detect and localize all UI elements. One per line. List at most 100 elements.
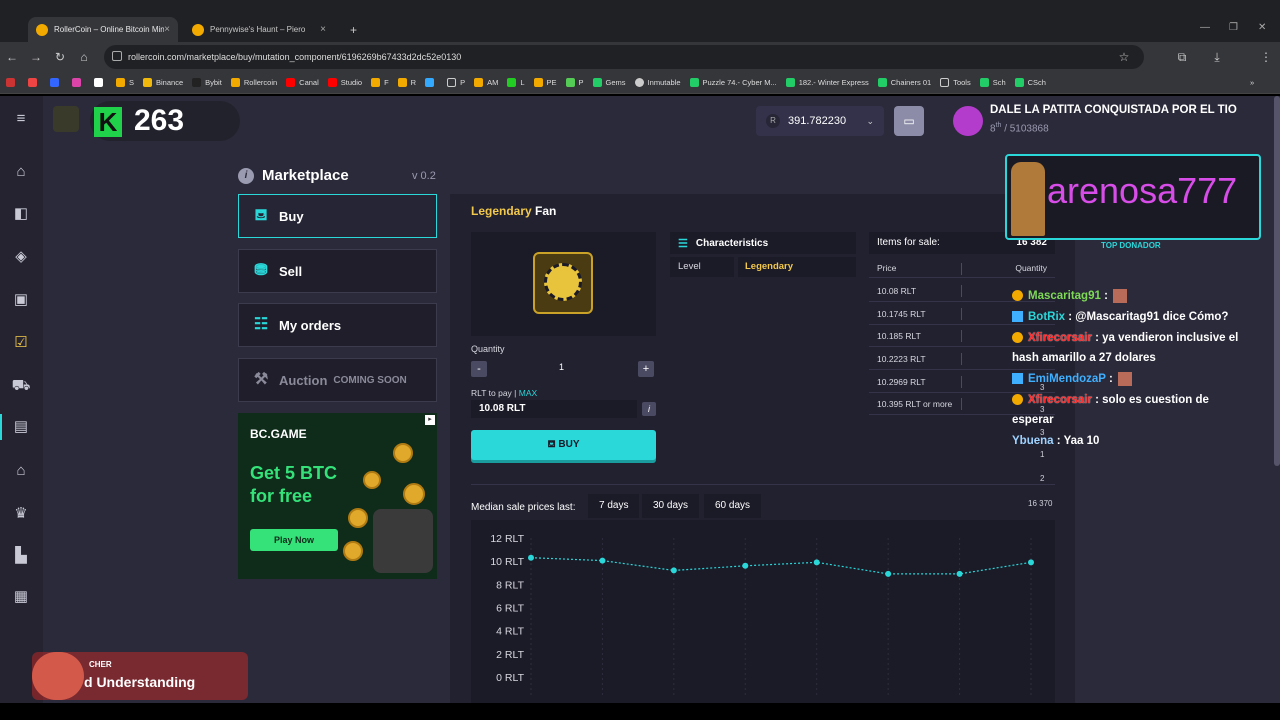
bookmark-item[interactable] [28,78,41,87]
trophy-icon[interactable]: ♛ [11,505,31,523]
series-line [530,557,1032,575]
bookmark-bybit[interactable]: Bybit [192,78,222,87]
ad-info-icon[interactable]: ▸ [425,415,435,425]
max-link[interactable]: MAX [519,388,537,398]
coin-icon [393,443,413,463]
tab-title: RollerCoin – Online Bitcoin Mini [54,25,165,34]
maximize-icon[interactable]: ❐ [1229,22,1238,33]
data-point[interactable] [670,567,677,574]
bookmark-rollercoin[interactable]: Rollercoin [230,78,277,87]
tab-rollercoin[interactable]: RollerCoin – Online Bitcoin Mini × [28,17,178,42]
scrollbar[interactable] [1274,96,1280,466]
bookmark-tools[interactable]: Tools [940,78,971,87]
bookmark-sch[interactable]: Sch [979,78,1006,87]
bookmark-chainers[interactable]: Chainers 01 [877,78,931,87]
hamburger-menu-icon[interactable]: ≡ [11,110,31,128]
stats-icon[interactable]: ▙ [11,547,31,565]
tasks-icon[interactable]: ☑ [11,334,31,352]
tab-7-days[interactable]: 7 days [588,494,640,518]
bookmark-item[interactable] [50,78,63,87]
bookmark-puzzle[interactable]: Puzzle 74.- Cyber M... [689,78,777,87]
marketplace-icon[interactable]: ▤ [11,418,31,436]
tab-60-days[interactable]: 60 days [704,494,762,518]
cart-icon[interactable]: ⛟ [11,377,31,395]
info-icon[interactable]: i [642,402,656,416]
reload-icon[interactable]: ↻ [48,50,72,64]
decrease-button[interactable]: - [471,361,487,377]
data-point[interactable] [1028,559,1034,566]
data-point[interactable] [885,570,892,577]
bookmark-csch[interactable]: CSch [1014,78,1046,87]
minimize-icon[interactable]: — [1200,22,1210,33]
bank-icon[interactable]: ⌂ [11,462,31,480]
home-icon[interactable]: ⌂ [72,50,96,64]
data-point[interactable] [956,570,963,577]
url-field[interactable]: rollercoin.com/marketplace/buy/mutation_… [104,45,1144,69]
bookmark-studio[interactable]: Studio [327,78,362,87]
news-icon[interactable]: ▦ [11,588,31,606]
increase-button[interactable]: + [638,361,654,377]
extensions-icon[interactable]: ⧉ [1170,50,1194,65]
close-window-icon[interactable]: ✕ [1258,22,1266,33]
buy-button[interactable]: ⛾ BUY [471,430,656,460]
bookmarks-overflow-icon[interactable]: » [1250,78,1254,87]
bookmark-item[interactable]: PE [533,78,557,87]
user-avatar[interactable] [953,106,983,136]
bookmark-inmutable[interactable]: Inmutable [634,78,681,87]
bookmark-gems[interactable]: Gems [592,78,626,87]
tab-title: Pennywise's Haunt – Piero [210,25,306,34]
site-info-icon[interactable] [112,51,122,61]
balance-dropdown[interactable]: R 391.782230 ⌄ [756,106,884,136]
data-point[interactable] [528,554,534,561]
new-tab-button[interactable]: + [342,17,362,42]
forward-icon[interactable]: → [24,50,48,64]
bookmark-item[interactable]: L [507,78,525,87]
bookmark-item[interactable] [94,78,107,87]
game-controller-icon[interactable]: ◧ [11,205,31,223]
bookmark-item[interactable]: AM [474,78,498,87]
bookmark-item[interactable]: P [565,78,584,87]
ad-play-now-button[interactable]: Play Now [250,529,338,551]
bookmark-item[interactable]: R [397,78,416,87]
browser-menu-icon[interactable]: ⋮ [1254,50,1278,64]
quantity-input[interactable]: 1 [559,362,564,372]
tab-pennywise[interactable]: Pennywise's Haunt – Piero × [184,17,334,42]
advertisement-banner[interactable]: BC.GAME Get 5 BTC for free Play Now ▸ [238,413,437,579]
back-icon[interactable]: ← [0,50,24,64]
menu-sell[interactable]: ⛃ Sell [238,249,437,293]
menu-orders-label: My orders [279,317,342,333]
chat-message: Xfirecorsair : ya vendieron inclusive el… [1012,332,1239,364]
menu-my-orders[interactable]: ☷ My orders [238,303,437,347]
quantity-label: Quantity [471,344,505,354]
data-point[interactable] [742,562,749,569]
data-point[interactable] [813,559,820,566]
bookmark-star-icon[interactable]: ☆ [1112,50,1136,64]
events-icon[interactable]: ▣ [11,291,31,309]
bookmark-folder[interactable]: P [447,78,465,87]
bookmark-binance[interactable]: Binance [143,78,183,87]
bookmark-canal[interactable]: Canal [286,78,319,87]
pay-amount-field[interactable]: 10.08 RLT [471,400,637,418]
bookmark-item[interactable] [72,78,85,87]
close-tab-icon[interactable]: × [320,24,326,35]
rewards-icon[interactable]: ◈ [11,248,31,266]
bookmark-item[interactable] [425,78,438,87]
download-icon[interactable]: ⤓ [1205,50,1229,65]
data-point[interactable] [599,557,606,564]
bookmark-item[interactable]: F [371,78,389,87]
tab-30-days[interactable]: 30 days [642,494,700,518]
characteristics-header: ☰ Characteristics [670,232,856,254]
home-icon[interactable]: ⌂ [11,163,31,181]
close-tab-icon[interactable]: × [164,24,170,35]
coin-icon [348,508,368,528]
bookmark-winter-express[interactable]: 182.- Winter Express [785,78,869,87]
menu-auction: ⚒ Auction COMING SOON [238,358,437,402]
player-avatar-icon[interactable] [53,106,79,132]
bookmark-item[interactable]: S [116,78,134,87]
user-name[interactable]: DALE LA PATITA CONQUISTADA POR EL TIO [990,104,1237,116]
wallet-button[interactable]: ▭ [894,106,924,136]
menu-buy[interactable]: ⛾ Buy [238,194,437,238]
bookmark-item[interactable] [6,78,19,87]
info-icon[interactable]: i [238,168,254,184]
ad-brand: BC.GAME [250,427,307,441]
